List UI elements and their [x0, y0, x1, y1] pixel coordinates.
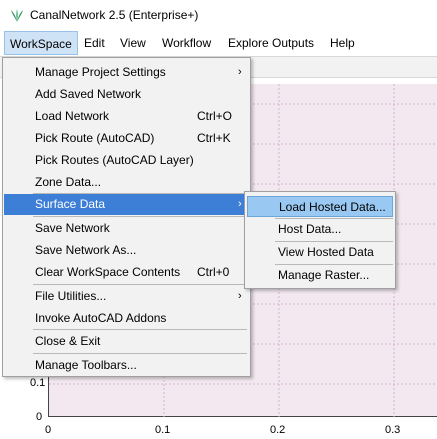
chevron-right-icon: ›	[238, 198, 242, 210]
window-title: CanalNetwork 2.5 (Enterprise+)	[30, 8, 199, 22]
menu-item-pick-routes-layer[interactable]: Pick Routes (AutoCAD Layer)	[4, 150, 249, 171]
menu-item-save-network[interactable]: Save Network	[4, 218, 249, 239]
menu-item-add-saved-network[interactable]: Add Saved Network	[4, 84, 249, 105]
menu-separator	[33, 353, 247, 354]
x-tick-label: 0.2	[270, 424, 286, 436]
menu-view[interactable]: View	[115, 31, 151, 55]
menu-workspace[interactable]: WorkSpace	[4, 31, 78, 55]
y-tick-label: 0	[36, 411, 43, 423]
submenu-item-host-data[interactable]: Host Data...	[247, 219, 393, 240]
x-tick-label: 0.3	[385, 424, 401, 436]
x-tick-label: 0.1	[155, 424, 171, 436]
canal-leaf-icon	[11, 9, 23, 22]
menu-bar: WorkSpace Edit View Workflow Explore Out…	[0, 31, 437, 55]
workspace-menu: Manage Project Settings › Add Saved Netw…	[2, 57, 251, 377]
title-bar: CanalNetwork 2.5 (Enterprise+)	[0, 0, 437, 30]
menu-separator	[33, 284, 247, 285]
menu-help[interactable]: Help	[325, 31, 360, 55]
menu-item-load-network[interactable]: Load Network Ctrl+O	[4, 106, 249, 127]
menu-explore-outputs[interactable]: Explore Outputs	[223, 31, 319, 55]
shortcut-label: Ctrl+O	[197, 109, 233, 123]
menu-workflow[interactable]: Workflow	[157, 31, 216, 55]
menu-separator	[33, 216, 247, 217]
menu-item-save-network-as[interactable]: Save Network As...	[4, 240, 249, 261]
x-tick-label: 0	[45, 424, 52, 436]
chevron-right-icon: ›	[238, 66, 242, 78]
chevron-right-icon: ›	[238, 290, 242, 302]
submenu-item-manage-raster[interactable]: Manage Raster...	[247, 265, 393, 286]
menu-item-invoke-autocad-addons[interactable]: Invoke AutoCAD Addons	[4, 308, 249, 329]
menu-item-file-utilities[interactable]: File Utilities... ›	[4, 286, 249, 307]
menu-item-manage-toolbars[interactable]: Manage Toolbars...	[4, 355, 249, 376]
submenu-item-load-hosted-data[interactable]: Load Hosted Data...	[247, 196, 393, 217]
shortcut-label: Ctrl+0	[197, 265, 230, 279]
menu-item-surface-data[interactable]: Surface Data ›	[4, 194, 249, 215]
menu-item-zone-data[interactable]: Zone Data...	[4, 172, 249, 193]
menu-edit[interactable]: Edit	[79, 31, 110, 55]
menu-item-close-exit[interactable]: Close & Exit	[4, 331, 249, 352]
menu-separator	[33, 329, 247, 330]
surface-data-submenu: Load Hosted Data... Host Data... View Ho…	[244, 191, 396, 289]
menu-item-manage-project-settings[interactable]: Manage Project Settings ›	[4, 62, 249, 83]
menu-item-pick-route[interactable]: Pick Route (AutoCAD) Ctrl+K	[4, 128, 249, 149]
shortcut-label: Ctrl+K	[197, 131, 231, 145]
y-tick-label: 0.1	[30, 377, 46, 389]
menu-item-clear-workspace[interactable]: Clear WorkSpace Contents Ctrl+0	[4, 262, 249, 283]
submenu-item-view-hosted-data[interactable]: View Hosted Data	[247, 242, 393, 263]
